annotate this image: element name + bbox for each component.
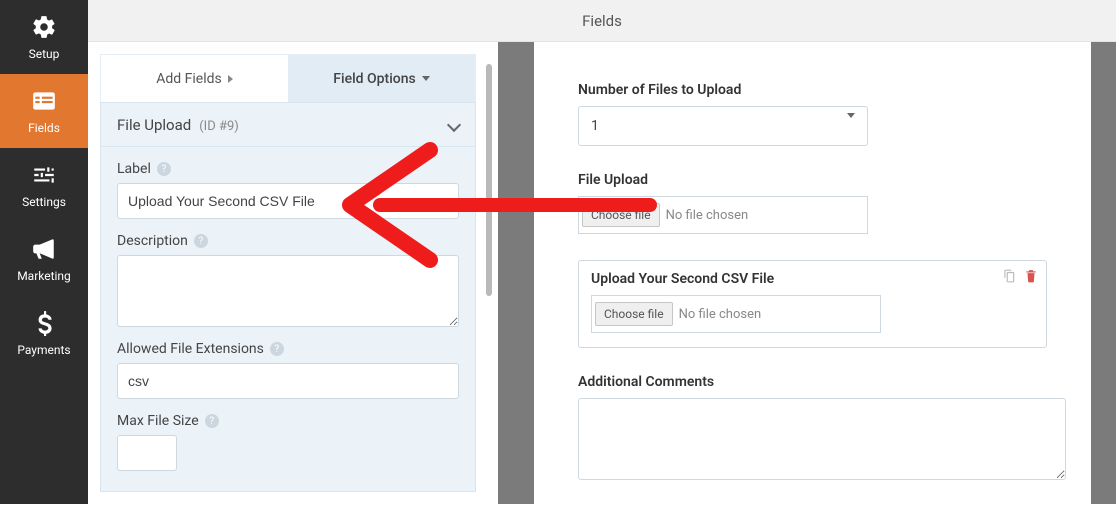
tab-add-fields[interactable]: Add Fields	[101, 55, 288, 102]
divider	[1090, 42, 1116, 504]
panel-scrollbar[interactable]	[484, 54, 494, 492]
help-icon[interactable]: ?	[157, 162, 171, 176]
section-id: (ID #9)	[199, 119, 239, 134]
choose-file-button[interactable]: Choose file	[595, 302, 673, 326]
help-icon[interactable]: ?	[270, 342, 284, 356]
file-input-2[interactable]: Choose file No file chosen	[591, 295, 881, 333]
form-label-allowed-ext: Allowed File Extensions	[117, 341, 264, 357]
form-label-max-size: Max File Size	[117, 413, 199, 429]
page-title: Fields	[88, 0, 1116, 42]
sidebar-item-label: Fields	[28, 121, 60, 135]
tab-label: Add Fields	[156, 71, 222, 87]
no-file-text: No file chosen	[666, 208, 749, 223]
chevron-down-icon	[449, 115, 459, 134]
trash-icon[interactable]	[1024, 269, 1038, 287]
dollar-icon	[31, 310, 57, 339]
section-title: File Upload	[117, 116, 191, 134]
sidebar-item-payments[interactable]: Payments	[0, 296, 88, 370]
help-icon[interactable]: ?	[205, 414, 219, 428]
divider	[498, 42, 534, 504]
max-filesize-input[interactable]	[117, 435, 177, 471]
file-input-1[interactable]: Choose file No file chosen	[578, 196, 868, 234]
form-label-label: Label	[117, 161, 151, 177]
sidebar-item-label: Marketing	[17, 269, 71, 283]
allowed-extensions-input[interactable]	[117, 363, 459, 399]
list-icon	[31, 88, 57, 117]
sidebar-item-fields[interactable]: Fields	[0, 74, 88, 148]
bullhorn-icon	[31, 236, 57, 265]
comments-textarea[interactable]	[578, 398, 1066, 480]
scrollbar-thumb[interactable]	[486, 64, 492, 296]
sidebar-item-label: Payments	[17, 343, 70, 357]
preview-label-num-files: Number of Files to Upload	[578, 82, 1047, 98]
sidebar-item-settings[interactable]: Settings	[0, 148, 88, 222]
sliders-icon	[31, 162, 57, 191]
choose-file-button[interactable]: Choose file	[582, 203, 660, 227]
help-icon[interactable]: ?	[194, 234, 208, 248]
gear-icon	[31, 14, 57, 43]
chevron-down-icon	[847, 118, 855, 134]
tab-field-options[interactable]: Field Options	[288, 55, 475, 102]
preview-label-second-csv: Upload Your Second CSV File	[591, 271, 1034, 287]
sidebar-item-label: Setup	[29, 47, 60, 61]
sidebar-item-label: Settings	[22, 195, 66, 209]
copy-icon[interactable]	[1002, 269, 1016, 287]
page-title-text: Fields	[582, 12, 622, 30]
preview-label-file-upload: File Upload	[578, 172, 1047, 188]
section-header-file-upload[interactable]: File Upload (ID #9)	[101, 103, 475, 147]
sidebar-item-marketing[interactable]: Marketing	[0, 222, 88, 296]
num-files-select[interactable]: 1	[578, 106, 868, 146]
no-file-text: No file chosen	[679, 307, 762, 322]
select-value: 1	[591, 118, 599, 134]
preview-label-comments: Additional Comments	[578, 374, 1047, 390]
form-label-description: Description	[117, 233, 188, 249]
selected-field-block[interactable]: Upload Your Second CSV File Choose file …	[578, 260, 1047, 348]
tab-label: Field Options	[333, 71, 415, 87]
description-input[interactable]	[117, 255, 459, 327]
label-input[interactable]	[117, 183, 459, 219]
sidebar-item-setup[interactable]: Setup	[0, 0, 88, 74]
